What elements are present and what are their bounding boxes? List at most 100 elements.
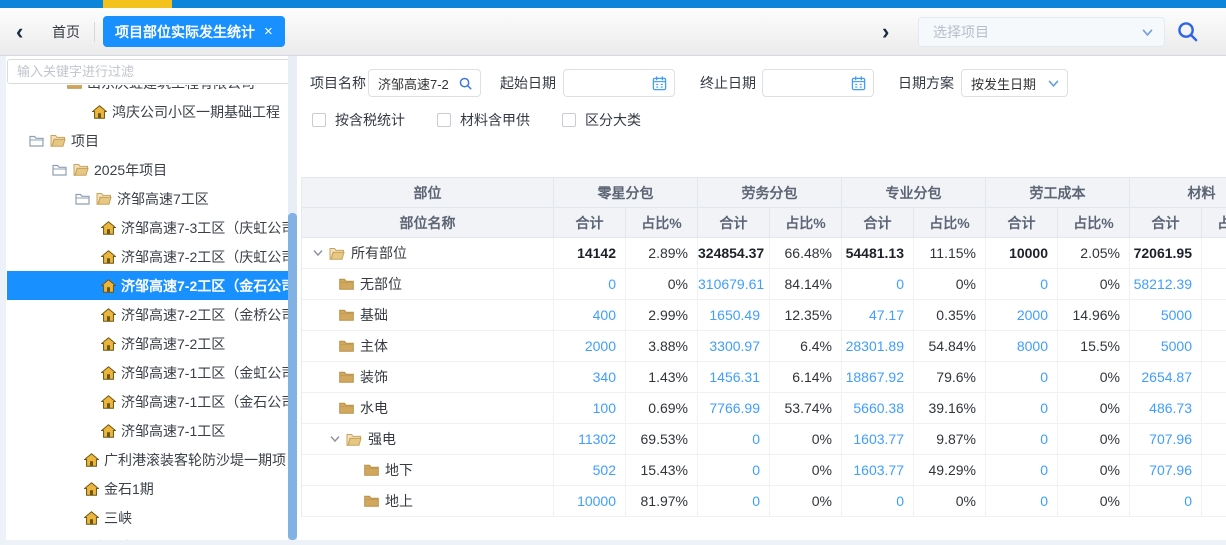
checkbox-icon[interactable] [437, 113, 451, 127]
checkbox-icon[interactable] [312, 113, 326, 127]
total-cell[interactable]: 2000 [554, 331, 626, 361]
total-cell[interactable]: 1603.77 [842, 424, 914, 454]
percent-cell [1202, 424, 1226, 454]
tree-item-label: 广利港滚装客轮防沙堤一期项目 [104, 450, 288, 470]
total-cell[interactable]: 0 [554, 269, 626, 299]
nav-back-chevron-icon[interactable]: ‹ [16, 8, 23, 56]
project-select-placeholder: 选择项目 [919, 22, 1141, 42]
tree-filter-input[interactable] [7, 59, 290, 84]
tree-item[interactable]: 济邹高速7-1工区（金虹公司） [7, 358, 288, 387]
total-cell[interactable]: 47.17 [842, 300, 914, 330]
search-icon[interactable] [458, 76, 473, 91]
tree-item[interactable]: 济邹高速7-3工区（庆虹公司） [7, 213, 288, 242]
tree-item[interactable]: 三峡 [7, 503, 288, 532]
expander-folder-icon[interactable] [52, 164, 67, 176]
tree-item[interactable]: 济邹高速7-1工区 [7, 416, 288, 445]
total-cell[interactable]: 0 [986, 455, 1058, 485]
column-group-header: 劳务分包 [698, 178, 842, 208]
project-select[interactable]: 选择项目 [918, 17, 1165, 47]
total-cell[interactable]: 5000 [1130, 331, 1202, 361]
total-cell[interactable]: 0 [986, 362, 1058, 392]
total-cell[interactable]: 340 [554, 362, 626, 392]
project-name-label: 项目名称 [310, 68, 366, 98]
tree-item[interactable]: 项目 [7, 126, 288, 155]
search-icon[interactable] [1174, 18, 1200, 44]
calendar-icon[interactable] [851, 76, 866, 91]
house-icon [101, 424, 116, 438]
option-checkboxes: 按含税统计 材料含甲供 区分大类 [312, 110, 673, 130]
total-cell[interactable]: 7766.99 [698, 393, 770, 423]
tree-item[interactable]: 金石大厦二期 [7, 532, 288, 540]
total-cell[interactable]: 8000 [986, 331, 1058, 361]
tab-home[interactable]: 首页 [40, 8, 92, 56]
checkbox-icon[interactable] [562, 113, 576, 127]
total-cell[interactable]: 58212.39 [1130, 269, 1202, 299]
total-cell[interactable]: 502 [554, 455, 626, 485]
total-cell[interactable]: 28301.89 [842, 331, 914, 361]
tree-item[interactable]: 济邹高速7-2工区（金桥公司） [7, 300, 288, 329]
total-cell[interactable]: 10000 [554, 486, 626, 516]
total-cell[interactable]: 3300.97 [698, 331, 770, 361]
percent-cell: 0% [1058, 362, 1130, 392]
total-cell[interactable]: 1603.77 [842, 455, 914, 485]
tree-item[interactable]: 广利港滚装客轮防沙堤一期项目 [7, 445, 288, 474]
tree-scrollbar-thumb[interactable] [288, 213, 297, 540]
total-cell[interactable]: 0 [698, 424, 770, 454]
total-cell[interactable]: 11302 [554, 424, 626, 454]
checkbox-material-owner-supplied[interactable]: 材料含甲供 [437, 110, 530, 130]
total-cell[interactable]: 310679.61 [698, 269, 770, 299]
total-cell[interactable]: 0 [842, 486, 914, 516]
total-cell[interactable]: 18867.92 [842, 362, 914, 392]
percent-cell: 0% [1058, 393, 1130, 423]
tree-item[interactable]: 济邹高速7-2工区 [7, 329, 288, 358]
tree-item[interactable]: 鸿庆公司小区一期基础工程 [7, 97, 288, 126]
total-cell[interactable]: 0 [698, 486, 770, 516]
project-name-input[interactable]: 济邹高速7-2 [368, 69, 481, 97]
total-cell[interactable]: 100 [554, 393, 626, 423]
total-cell[interactable]: 2000 [986, 300, 1058, 330]
tree-item[interactable]: 济邹高速7工区 [7, 184, 288, 213]
total-cell[interactable]: 0 [842, 269, 914, 299]
tab-close-icon[interactable]: × [264, 24, 273, 39]
house-icon [101, 279, 116, 293]
table-header-columns: 部位名称 合计 占比% 合计 占比% 合计 占比% 合计 占比% 合计 占比% [302, 208, 1226, 238]
tab-active[interactable]: 项目部位实际发生统计 × [103, 16, 285, 47]
start-date-input[interactable] [563, 69, 675, 97]
percent-cell [1202, 393, 1226, 423]
total-cell[interactable]: 1650.49 [698, 300, 770, 330]
total-cell[interactable]: 0 [986, 486, 1058, 516]
checkbox-label: 按含税统计 [335, 110, 405, 130]
date-scheme-select[interactable]: 按发生日期 [961, 69, 1068, 97]
chevron-down-icon[interactable] [329, 433, 341, 445]
end-date-input[interactable] [762, 69, 874, 97]
percent-cell: 2.89% [626, 238, 698, 268]
tree-item[interactable]: 济邹高速7-2工区（庆虹公司） [7, 242, 288, 271]
expander-folder-icon[interactable] [75, 193, 90, 205]
total-cell[interactable]: 0 [986, 269, 1058, 299]
total-cell[interactable]: 400 [554, 300, 626, 330]
checkbox-split-categories[interactable]: 区分大类 [562, 110, 641, 130]
tree-item[interactable]: 山东庆虹建筑工程有限公司 [7, 85, 288, 97]
tree-item[interactable]: 济邹高速7-1工区（金石公司） [7, 387, 288, 416]
total-cell[interactable]: 1456.31 [698, 362, 770, 392]
total-cell[interactable]: 486.73 [1130, 393, 1202, 423]
total-cell[interactable]: 707.96 [1130, 455, 1202, 485]
tree-item[interactable]: 2025年项目 [7, 155, 288, 184]
total-cell[interactable]: 5000 [1130, 300, 1202, 330]
calendar-icon[interactable] [652, 76, 667, 91]
total-cell[interactable]: 707.96 [1130, 424, 1202, 454]
chevron-down-icon[interactable] [312, 247, 324, 259]
tree-item[interactable]: 金石1期 [7, 474, 288, 503]
part-name-cell: 主体 [302, 331, 554, 361]
total-cell[interactable]: 5660.38 [842, 393, 914, 423]
expander-folder-icon[interactable] [29, 135, 44, 147]
column-header: 部位名称 [302, 208, 554, 238]
tree-item[interactable]: 济邹高速7-2工区（金石公司） [7, 271, 288, 300]
total-cell[interactable]: 0 [986, 393, 1058, 423]
total-cell[interactable]: 0 [698, 455, 770, 485]
total-cell[interactable]: 0 [1130, 486, 1202, 516]
nav-forward-chevron-icon[interactable]: › [882, 8, 889, 56]
checkbox-tax-included[interactable]: 按含税统计 [312, 110, 405, 130]
total-cell[interactable]: 0 [986, 424, 1058, 454]
total-cell[interactable]: 2654.87 [1130, 362, 1202, 392]
